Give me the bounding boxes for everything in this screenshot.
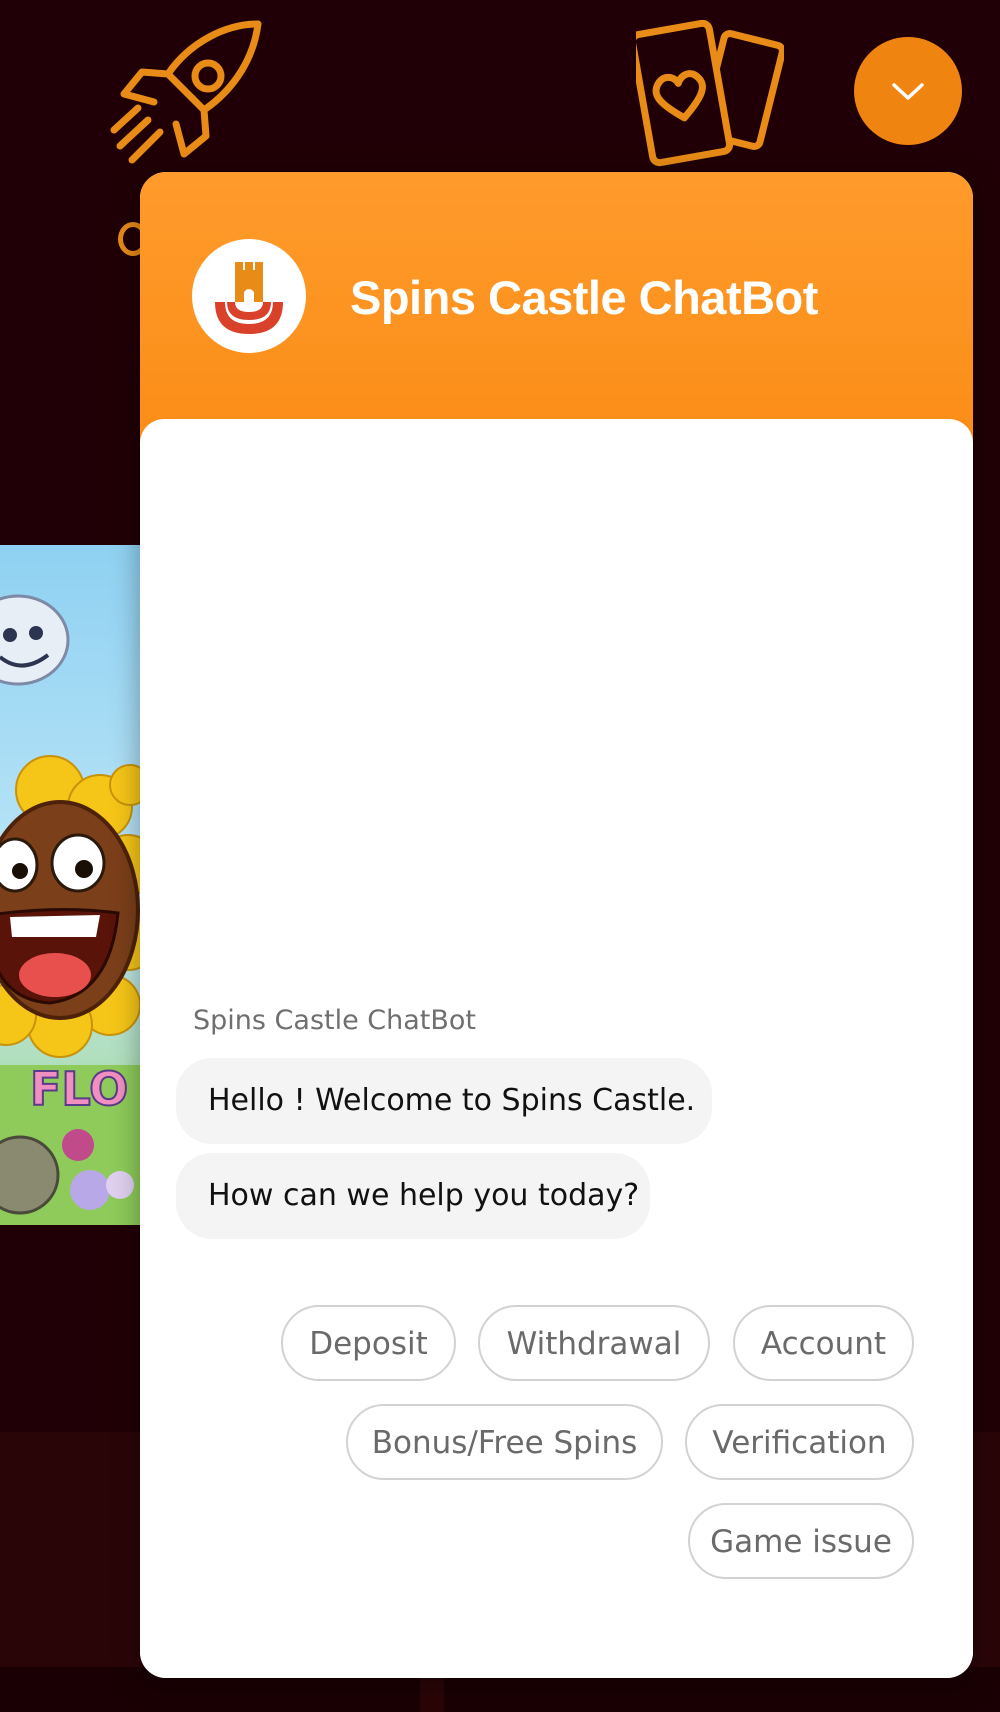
- quick-reply-deposit[interactable]: Deposit: [281, 1305, 456, 1381]
- quick-reply-withdrawal[interactable]: Withdrawal: [478, 1305, 710, 1381]
- bot-message-bubble: Hello ! Welcome to Spins Castle.: [176, 1058, 712, 1144]
- quick-reply-game-issue[interactable]: Game issue: [688, 1503, 914, 1579]
- bot-avatar: [192, 239, 306, 353]
- quick-reply-bonus-free-spins[interactable]: Bonus/Free Spins: [346, 1404, 663, 1480]
- chevron-down-icon: [892, 83, 924, 100]
- svg-text:FLO: FLO: [30, 1062, 128, 1116]
- game-thumbnail[interactable]: FLO: [0, 545, 140, 1225]
- bot-message-bubble: How can we help you today?: [176, 1153, 650, 1239]
- chat-header: Spins Castle ChatBot: [140, 172, 973, 442]
- message-sender-name: Spins Castle ChatBot: [193, 1005, 477, 1036]
- rocket-icon[interactable]: [108, 18, 264, 168]
- playing-cards-heart-icon[interactable]: [636, 20, 784, 168]
- castle-logo-icon: [215, 262, 283, 334]
- quick-reply-verification[interactable]: Verification: [685, 1404, 914, 1480]
- quick-reply-account[interactable]: Account: [733, 1305, 914, 1381]
- chat-title: Spins Castle ChatBot: [350, 271, 818, 324]
- chat-body: [140, 419, 973, 1678]
- game-thumbnail-art: FLO: [0, 545, 140, 1225]
- chat-toggle-button[interactable]: [854, 37, 962, 145]
